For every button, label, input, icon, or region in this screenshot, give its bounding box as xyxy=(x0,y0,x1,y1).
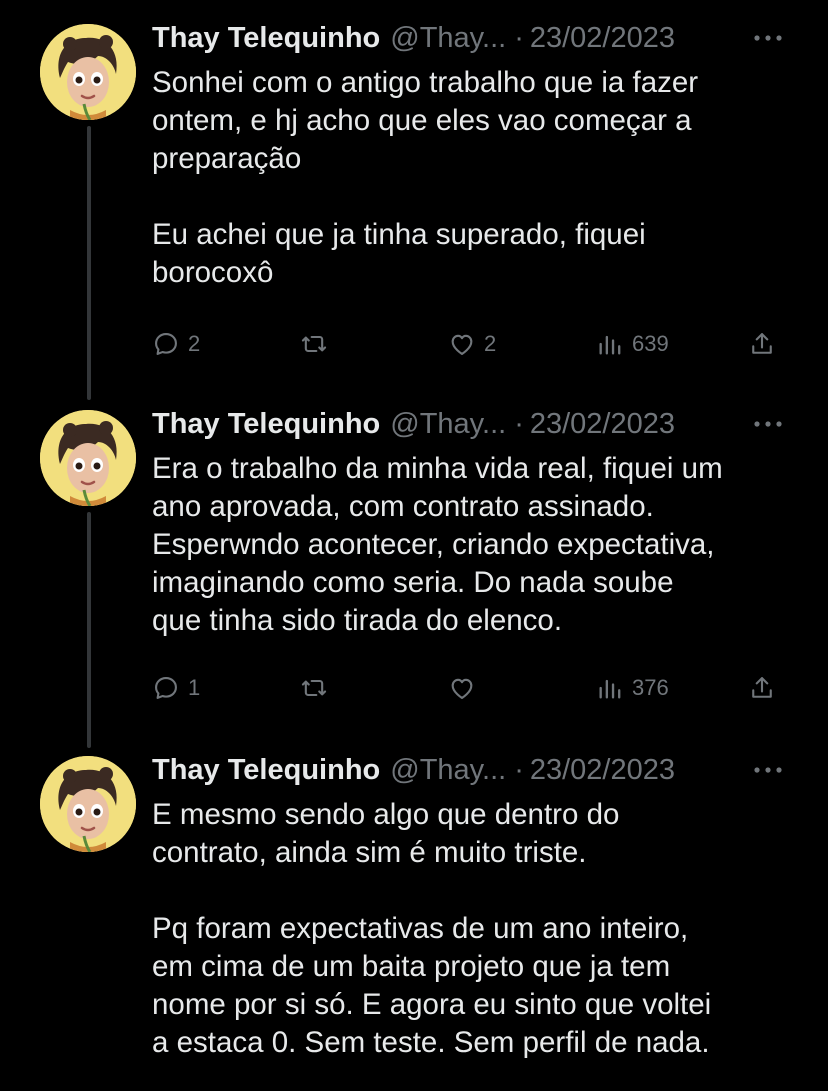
tweet-text: Era o trabalho da minha vida real, fique… xyxy=(152,452,723,637)
tweet-text: E mesmo sendo algo que dentro do contrat… xyxy=(152,798,712,1059)
tweet[interactable]: Thay Telequinho @Thay... · 23/02/2023 Er… xyxy=(0,404,828,734)
retweet-icon xyxy=(301,679,327,697)
more-options-button[interactable] xyxy=(748,24,788,52)
separator: · xyxy=(514,22,524,54)
heart-icon xyxy=(451,334,473,355)
tweet-actions: 2 2 639 xyxy=(152,324,788,364)
tweet-date[interactable]: 23/02/2023 xyxy=(530,750,675,790)
share-button[interactable] xyxy=(748,668,776,708)
username-handle[interactable]: @Thay... xyxy=(390,404,506,444)
separator: · xyxy=(514,408,524,440)
tweet-header: Thay Telequinho @Thay... · 23/02/2023 xyxy=(152,18,788,58)
more-icon xyxy=(754,767,782,773)
more-options-button[interactable] xyxy=(748,756,788,784)
heart-icon xyxy=(451,678,473,699)
display-name[interactable]: Thay Telequinho xyxy=(152,18,380,58)
retweet-icon xyxy=(301,335,327,353)
like-count: 2 xyxy=(484,331,497,356)
views-count: 639 xyxy=(632,331,669,356)
tweet[interactable]: Thay Telequinho @Thay... · 23/02/2023 So… xyxy=(0,18,828,378)
tweet-header: Thay Telequinho @Thay... · 23/02/2023 xyxy=(152,404,788,444)
reply-button[interactable]: 2 xyxy=(152,324,200,364)
tweet[interactable]: Thay Telequinho @Thay... · 23/02/2023 E … xyxy=(0,750,828,1091)
more-icon xyxy=(754,421,782,427)
avatar[interactable] xyxy=(40,410,136,506)
reply-icon xyxy=(155,677,177,699)
tweet-actions: 1 376 xyxy=(152,668,788,708)
more-options-button[interactable] xyxy=(748,410,788,438)
separator: · xyxy=(514,754,524,786)
avatar[interactable] xyxy=(40,24,136,120)
share-icon xyxy=(752,677,772,698)
retweet-button[interactable] xyxy=(300,668,336,708)
views-button[interactable]: 376 xyxy=(596,668,669,708)
views-button[interactable]: 639 xyxy=(596,324,669,364)
views-icon xyxy=(599,679,621,699)
share-button[interactable] xyxy=(748,324,776,364)
reply-icon xyxy=(155,333,177,355)
username-handle[interactable]: @Thay... xyxy=(390,18,506,58)
reply-count: 2 xyxy=(188,331,201,356)
tweet-date[interactable]: 23/02/2023 xyxy=(530,404,675,444)
reply-count: 1 xyxy=(188,675,201,700)
tweet-header: Thay Telequinho @Thay... · 23/02/2023 xyxy=(152,750,788,790)
like-button[interactable] xyxy=(448,668,484,708)
retweet-button[interactable] xyxy=(300,324,336,364)
username-handle[interactable]: @Thay... xyxy=(390,750,506,790)
views-icon xyxy=(599,335,621,355)
tweet-text: Sonhei com o antigo trabalho que ia faze… xyxy=(152,66,699,289)
display-name[interactable]: Thay Telequinho xyxy=(152,404,380,444)
share-icon xyxy=(752,333,772,354)
reply-button[interactable]: 1 xyxy=(152,668,200,708)
like-button[interactable]: 2 xyxy=(448,324,496,364)
tweet-date[interactable]: 23/02/2023 xyxy=(530,18,675,58)
more-icon xyxy=(754,35,782,41)
display-name[interactable]: Thay Telequinho xyxy=(152,750,380,790)
avatar[interactable] xyxy=(40,756,136,852)
views-count: 376 xyxy=(632,675,669,700)
